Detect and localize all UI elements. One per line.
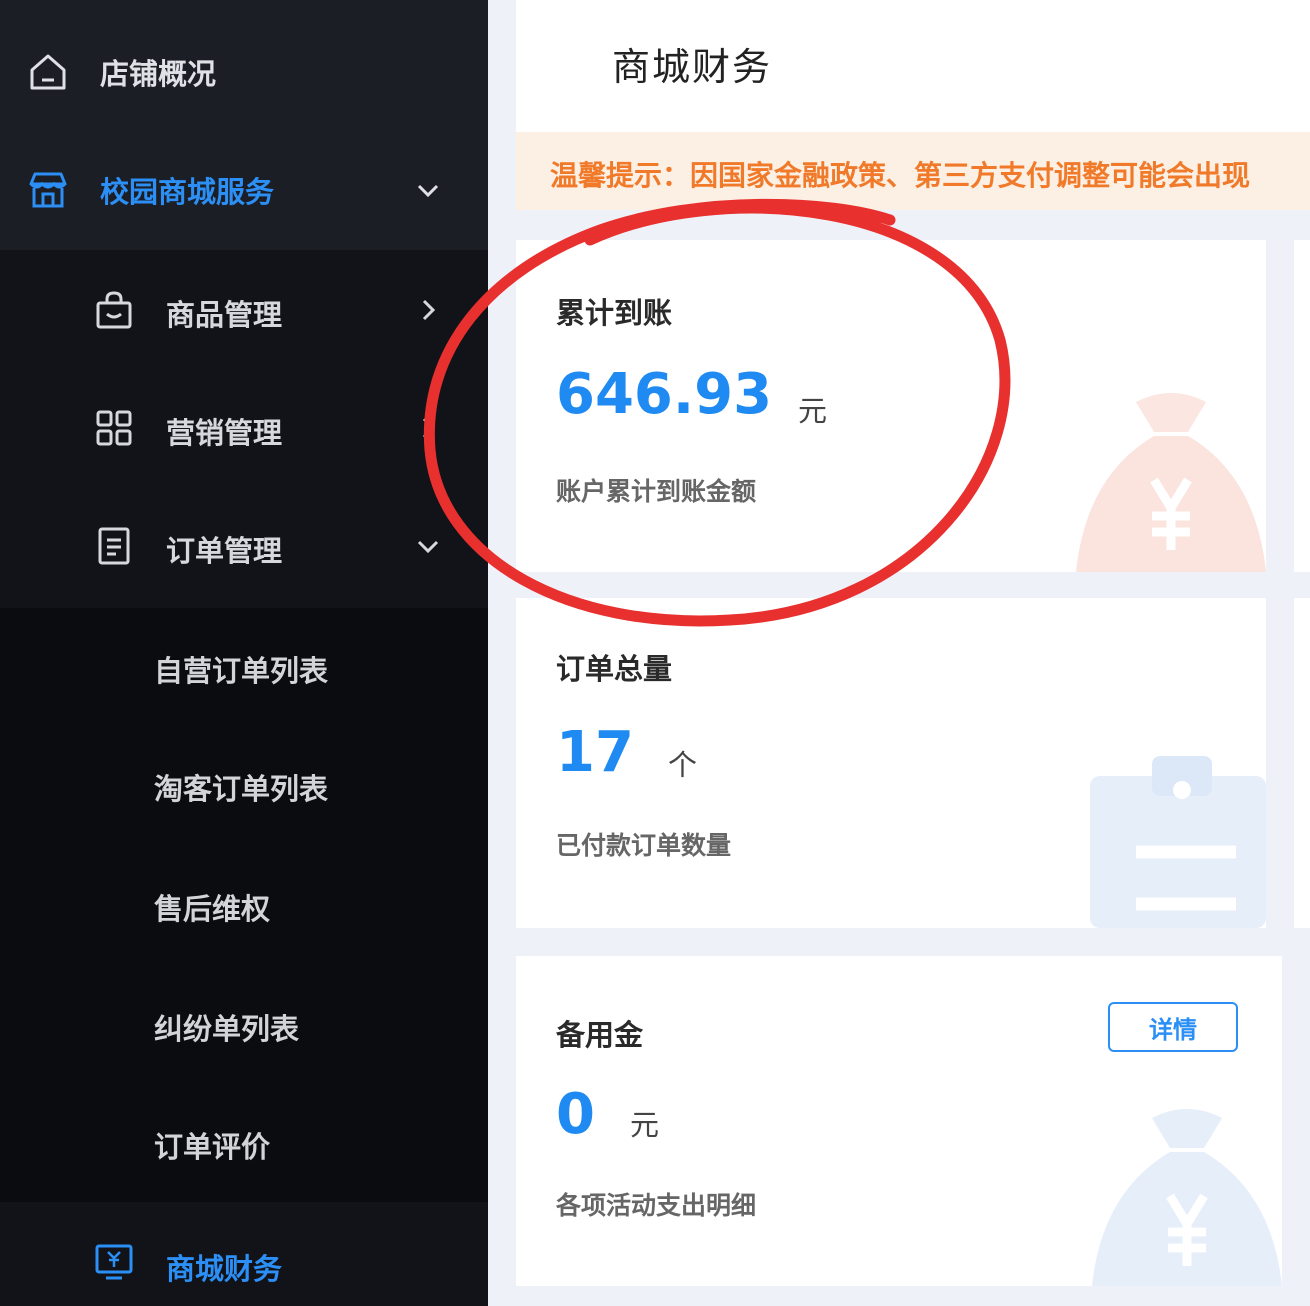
notice-banner: 温馨提示：因国家金融政策、第三方支付调整可能会出现 bbox=[516, 132, 1310, 210]
stat-card-total-received: 累计到账 646.93 元 账户累计到账金额 bbox=[516, 240, 1266, 572]
page-header: 商城财务 bbox=[516, 0, 1310, 132]
stat-card-reserve-fund: 备用金 详情 0 元 各项活动支出明细 bbox=[516, 956, 1282, 1286]
card-edge bbox=[1294, 598, 1310, 928]
card-title: 备用金 bbox=[556, 1018, 644, 1052]
sidebar-item-self-orders[interactable]: 自营订单列表 bbox=[154, 648, 328, 690]
card-title: 订单总量 bbox=[556, 652, 673, 686]
sidebar-item-label: 订单管理 bbox=[166, 534, 283, 568]
home-icon bbox=[30, 54, 66, 90]
card-unit: 个 bbox=[668, 748, 698, 782]
sidebar-item-campus-mall[interactable]: 校园商城服务 bbox=[0, 158, 488, 222]
sidebar-item-order-reviews[interactable]: 订单评价 bbox=[154, 1124, 270, 1166]
chevron-down-icon bbox=[417, 184, 439, 198]
bag-icon bbox=[96, 291, 132, 329]
clipboard-icon bbox=[1090, 756, 1266, 928]
sidebar-item-product-management[interactable]: 商品管理 bbox=[0, 250, 488, 368]
chevron-right-icon bbox=[422, 417, 436, 439]
sidebar-submenu: 商品管理 营销管理 订单管理 bbox=[0, 250, 488, 608]
card-description: 已付款订单数量 bbox=[556, 831, 732, 860]
notice-text: 温馨提示：因国家金融政策、第三方支付调整可能会出现 bbox=[550, 159, 1251, 192]
order-submenu: 自营订单列表 淘客订单列表 售后维权 纠纷单列表 订单评价 bbox=[0, 608, 488, 1202]
stat-card-order-total: 订单总量 17 个 已付款订单数量 bbox=[516, 598, 1266, 928]
main-content: 商城财务 温馨提示：因国家金融政策、第三方支付调整可能会出现 累计到账 646.… bbox=[488, 0, 1310, 1306]
card-description: 各项活动支出明细 bbox=[556, 1191, 757, 1220]
sidebar-item-label: 营销管理 bbox=[166, 416, 283, 450]
sidebar-item-label: 商品管理 bbox=[166, 298, 283, 332]
sidebar-item-order-management[interactable]: 订单管理 bbox=[0, 486, 488, 604]
sidebar-item-label: 商城财务 bbox=[166, 1252, 283, 1286]
sidebar: 店铺概况 校园商城服务 商品管理 营销管理 订单管理 自营订单列表 淘客订单列表… bbox=[0, 0, 488, 1306]
grid-icon bbox=[96, 410, 132, 446]
sidebar-item-mall-finance[interactable]: 商城财务 bbox=[0, 1202, 488, 1306]
chevron-down-icon bbox=[417, 540, 439, 554]
card-unit: 元 bbox=[798, 394, 828, 428]
sidebar-item-overview[interactable]: 店铺概况 bbox=[0, 40, 488, 104]
card-value: 646.93 bbox=[556, 362, 773, 427]
money-bag-icon bbox=[1076, 393, 1266, 572]
card-edge bbox=[1294, 240, 1310, 572]
sidebar-item-disputes[interactable]: 纠纷单列表 bbox=[154, 1006, 299, 1048]
card-unit: 元 bbox=[630, 1108, 660, 1142]
sidebar-item-taoke-orders[interactable]: 淘客订单列表 bbox=[154, 766, 328, 808]
sidebar-item-label: 校园商城服务 bbox=[100, 175, 275, 209]
card-title: 累计到账 bbox=[556, 296, 673, 330]
card-value: 17 bbox=[556, 720, 634, 785]
document-icon bbox=[98, 527, 130, 565]
sidebar-item-label: 店铺概况 bbox=[100, 57, 217, 91]
details-button[interactable]: 详情 bbox=[1108, 1002, 1238, 1052]
sidebar-item-after-sales[interactable]: 售后维权 bbox=[154, 886, 270, 928]
store-icon bbox=[29, 172, 67, 208]
card-value: 0 bbox=[556, 1082, 595, 1147]
page-title: 商城财务 bbox=[612, 45, 773, 89]
money-bag-icon bbox=[1092, 1109, 1282, 1286]
card-description: 账户累计到账金额 bbox=[556, 477, 757, 506]
sidebar-item-marketing-management[interactable]: 营销管理 bbox=[0, 368, 488, 486]
chevron-right-icon bbox=[422, 299, 436, 321]
finance-icon bbox=[95, 1244, 133, 1280]
